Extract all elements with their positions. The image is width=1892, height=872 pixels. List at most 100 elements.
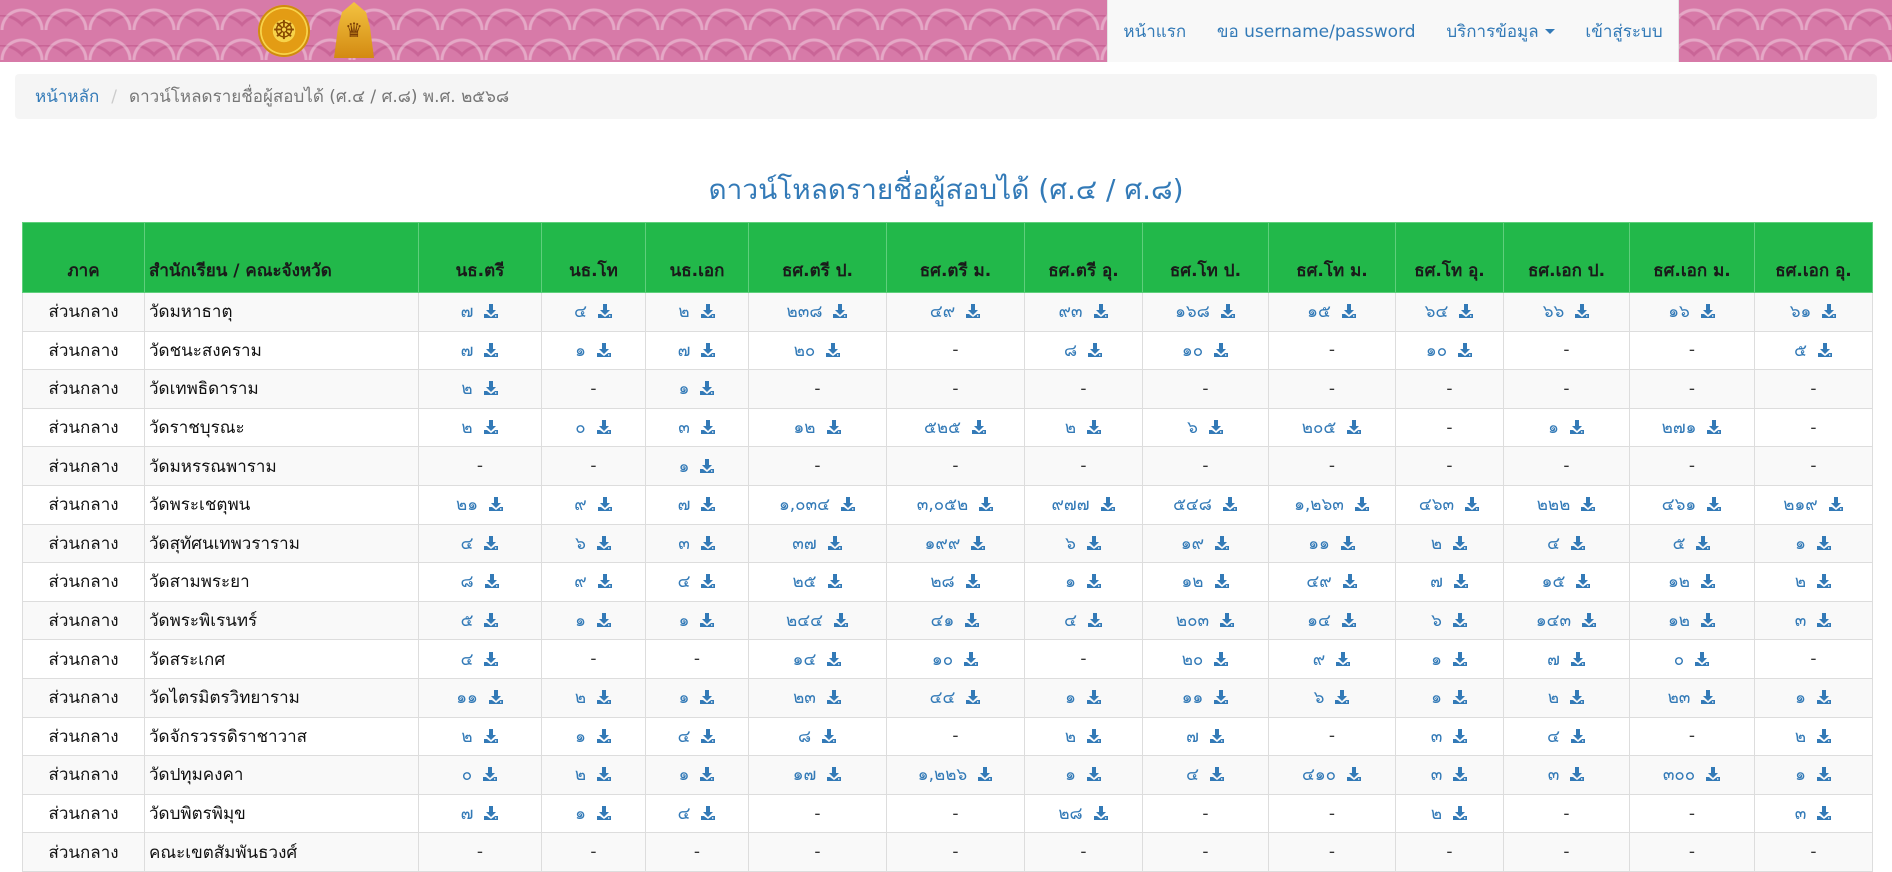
download-link[interactable]: ๑ [1065,765,1102,785]
download-link[interactable]: ๖ [1065,534,1102,554]
nav-home-link[interactable]: หน้าแรก [1123,18,1186,45]
download-link[interactable]: ๑๙๙ [925,534,987,554]
download-link[interactable]: ๙ [1313,650,1351,670]
download-link[interactable]: ๒๐๕ [1302,418,1362,438]
nav-services-dropdown[interactable]: บริการข้อมูล [1446,18,1555,45]
download-link[interactable]: ๘ [798,727,837,747]
download-link[interactable]: ๑ [1795,765,1832,785]
download-link[interactable]: ๒ [678,302,715,322]
download-link[interactable]: ๔๙ [930,302,981,322]
download-link[interactable]: ๑๐ [1182,341,1229,361]
download-link[interactable]: ๓ [1431,727,1469,747]
download-link[interactable]: ๖ [1187,418,1224,438]
download-link[interactable]: ๗ [678,341,717,361]
download-link[interactable]: ๒๑ [456,495,504,515]
download-link[interactable]: ๗ [678,495,717,515]
download-link[interactable]: ๒ [1795,572,1832,592]
download-link[interactable]: ๑,๐๓๔ [779,495,856,515]
download-link[interactable]: ๗ [461,341,500,361]
download-link[interactable]: ๕๒๕ [924,418,987,438]
download-link[interactable]: ๑ [575,611,612,631]
download-link[interactable]: ๑ [1431,650,1468,670]
download-link[interactable]: ๒ [1431,534,1468,554]
download-link[interactable]: ๙๓ [1058,302,1108,322]
download-link[interactable]: ๓ [1548,765,1586,785]
download-link[interactable]: ๑๐ [932,650,979,670]
download-link[interactable]: ๐ [1674,650,1710,670]
download-link[interactable]: ๒ [461,418,498,438]
download-link[interactable]: ๒๑๙ [1783,495,1843,515]
download-link[interactable]: ๗ [461,302,500,322]
download-link[interactable]: ๒๐ [794,341,842,361]
download-link[interactable]: ๑ [1548,418,1585,438]
download-link[interactable]: ๑๒ [1668,611,1716,631]
download-link[interactable]: ๓ [1795,804,1833,824]
download-link[interactable]: ๓ [1431,765,1469,785]
download-link[interactable]: ๓๗ [792,534,842,554]
download-link[interactable]: ๑ [679,379,716,399]
download-link[interactable]: ๒ [461,727,498,747]
download-link[interactable]: ๑๑ [1308,534,1356,554]
download-link[interactable]: ๑ [1795,688,1832,708]
download-link[interactable]: ๔๙ [1306,572,1357,592]
download-link[interactable]: ๑ [1795,534,1832,554]
download-link[interactable]: ๒๓๘ [787,302,849,322]
breadcrumb-home-link[interactable]: หน้าหลัก [35,83,99,110]
download-link[interactable]: ๑,๒๖๓ [1294,495,1370,515]
download-link[interactable]: ๔๖๑ [1662,495,1722,515]
nav-request-account-link[interactable]: ขอ username/password [1217,18,1416,45]
download-link[interactable]: ๑ [575,341,612,361]
download-link[interactable]: ๑๔ [1307,611,1357,631]
download-link[interactable]: ๔ [574,302,613,322]
download-link[interactable]: ๑ [575,727,612,747]
download-link[interactable]: ๕ [1673,534,1712,554]
download-link[interactable]: ๔ [461,650,500,670]
download-link[interactable]: ๒ [1795,727,1832,747]
download-link[interactable]: ๑๕ [1307,302,1357,322]
download-link[interactable]: ๑ [1065,688,1102,708]
download-link[interactable]: ๑,๒๒๖ [918,765,993,785]
download-link[interactable]: ๑๙ [1181,534,1230,554]
download-link[interactable]: ๒ [1065,727,1102,747]
download-link[interactable]: ๑ [1431,688,1468,708]
download-link[interactable]: ๒๐ [1182,650,1230,670]
download-link[interactable]: ๙๗๗ [1051,495,1115,515]
download-link[interactable]: ๕๔๘ [1173,495,1238,515]
download-link[interactable]: ๑ [679,688,716,708]
download-link[interactable]: ๔ [1064,611,1103,631]
download-link[interactable]: ๒ [575,688,612,708]
download-link[interactable]: ๒๗๑ [1662,418,1723,438]
download-link[interactable]: ๔๔ [930,688,982,708]
download-link[interactable]: ๕ [1794,341,1833,361]
download-link[interactable]: ๒๓ [1668,688,1717,708]
download-link[interactable]: ๑๑ [1182,688,1230,708]
download-link[interactable]: ๖๖ [1543,302,1591,322]
download-link[interactable]: ๘ [460,572,499,592]
download-link[interactable]: ๓ [1795,611,1833,631]
download-link[interactable]: ๒๕ [792,572,842,592]
download-link[interactable]: ๑๖๘ [1175,302,1236,322]
download-link[interactable]: ๔๖๓ [1419,495,1480,515]
download-link[interactable]: ๐ [462,765,498,785]
download-link[interactable]: ๗ [1186,727,1225,747]
download-link[interactable]: ๔ [1547,534,1586,554]
download-link[interactable]: ๒๘ [930,572,980,592]
download-link[interactable]: ๑๔๓ [1536,611,1597,631]
download-link[interactable]: ๑๖ [1668,302,1716,322]
download-link[interactable]: ๖ [1314,688,1351,708]
download-link[interactable]: ๑๒ [794,418,842,438]
download-link[interactable]: ๖ [1431,611,1468,631]
download-link[interactable]: ๓๐๐ [1663,765,1721,785]
download-link[interactable]: ๔๑๐ [1302,765,1362,785]
download-link[interactable]: ๑๒ [1182,572,1230,592]
download-link[interactable]: ๔ [678,804,717,824]
download-link[interactable]: ๙ [574,572,612,592]
download-link[interactable]: ๒๓ [793,688,842,708]
download-link[interactable]: ๓ [678,418,716,438]
download-link[interactable]: ๗ [461,804,500,824]
download-link[interactable]: ๖๔ [1425,302,1475,322]
download-link[interactable]: ๐ [575,418,611,438]
download-link[interactable]: ๖ [575,534,612,554]
download-link[interactable]: ๑ [679,765,716,785]
download-link[interactable]: ๑ [1065,572,1102,592]
